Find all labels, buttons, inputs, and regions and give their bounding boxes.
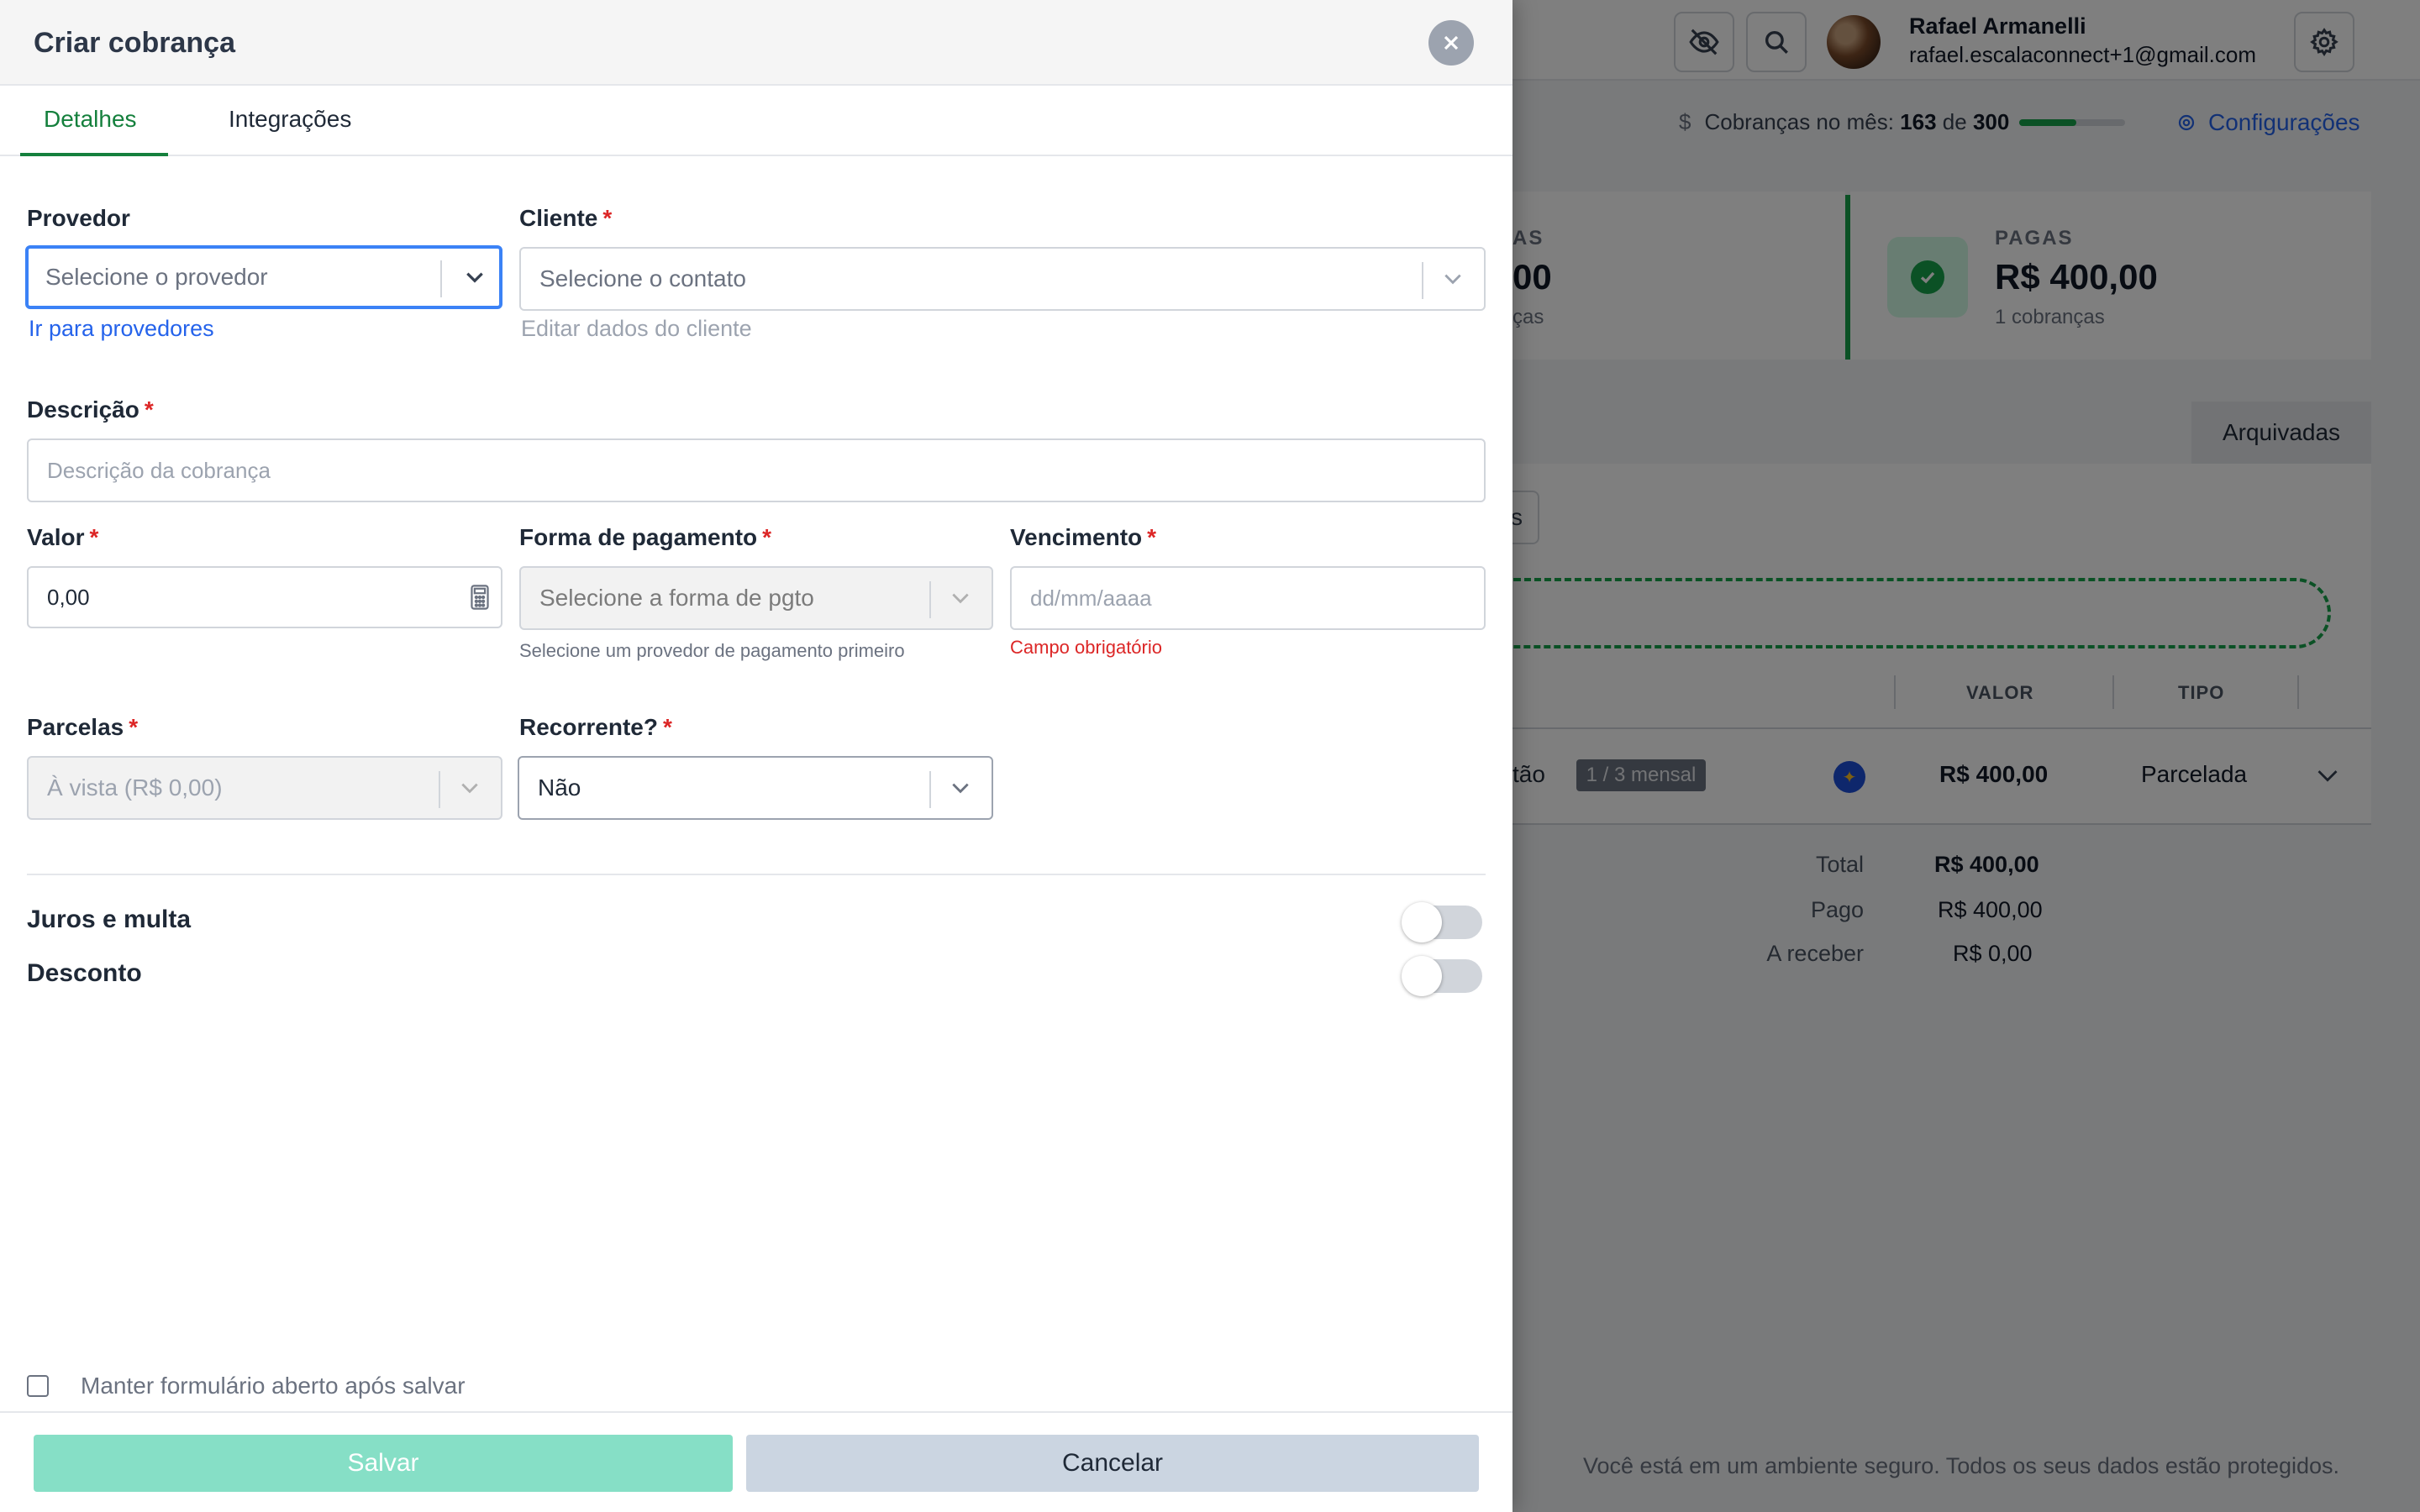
- required-marker: *: [602, 205, 613, 231]
- toggle-knob: [1402, 956, 1442, 996]
- required-marker: *: [662, 714, 672, 740]
- description-label-text: Descrição: [27, 396, 139, 423]
- calculator-icon[interactable]: [471, 585, 489, 610]
- description-input[interactable]: Descrição da cobrança: [27, 438, 1486, 502]
- go-to-providers-link[interactable]: Ir para provedores: [29, 316, 214, 342]
- client-label: Cliente *: [519, 205, 612, 232]
- interest-toggle-label: Juros e multa: [27, 906, 192, 933]
- select-divider: [1422, 262, 1423, 299]
- drawer-tabs: Detalhes Integrações: [0, 86, 1512, 156]
- discount-toggle-label: Desconto: [27, 959, 142, 987]
- select-divider: [439, 771, 440, 808]
- keep-open-option: Manter formulário aberto após salvar: [27, 1373, 466, 1399]
- value-input[interactable]: 0,00: [27, 566, 502, 628]
- installments-value: À vista (R$ 0,00): [47, 774, 223, 801]
- recurring-select[interactable]: Não: [518, 756, 993, 820]
- due-date-error: Campo obrigatório: [1010, 637, 1162, 658]
- value-text: 0,00: [47, 584, 90, 610]
- close-icon: [1444, 35, 1459, 50]
- drawer-title: Criar cobrança: [34, 27, 235, 59]
- recurring-label-text: Recorrente?: [519, 714, 658, 740]
- select-divider: [929, 581, 931, 618]
- payment-method-select[interactable]: Selecione a forma de pgto: [519, 566, 993, 630]
- installments-label: Parcelas *: [27, 714, 138, 741]
- due-date-label-text: Vencimento: [1010, 524, 1143, 550]
- installments-label-text: Parcelas: [27, 714, 124, 740]
- provider-select[interactable]: Selecione o provedor: [25, 245, 502, 309]
- select-divider: [440, 260, 442, 297]
- required-marker: *: [89, 524, 99, 550]
- value-label-text: Valor: [27, 524, 85, 550]
- interest-toggle[interactable]: [1402, 902, 1482, 942]
- chevron-down-icon: [952, 783, 969, 794]
- client-select[interactable]: Selecione o contato: [519, 247, 1486, 311]
- discount-toggle[interactable]: [1402, 956, 1482, 996]
- keep-open-label: Manter formulário aberto após salvar: [81, 1373, 466, 1399]
- select-divider: [929, 771, 931, 808]
- due-date-label: Vencimento *: [1010, 524, 1156, 551]
- chevron-down-icon: [952, 593, 969, 604]
- modal-overlay[interactable]: [1512, 0, 2420, 1512]
- toggle-knob: [1402, 902, 1442, 942]
- payment-method-label: Forma de pagamento *: [519, 524, 771, 551]
- value-label: Valor *: [27, 524, 98, 551]
- due-date-placeholder: dd/mm/aaaa: [1030, 585, 1152, 611]
- client-label-text: Cliente: [519, 205, 598, 231]
- active-tab-indicator: [20, 153, 168, 156]
- payment-method-placeholder: Selecione a forma de pgto: [539, 585, 814, 611]
- save-button[interactable]: Salvar: [34, 1435, 733, 1492]
- close-button[interactable]: [1428, 20, 1474, 66]
- required-marker: *: [129, 714, 139, 740]
- chevron-down-icon: [466, 272, 483, 283]
- required-marker: *: [762, 524, 772, 550]
- drawer-header: Criar cobrança: [0, 0, 1512, 86]
- payment-method-help: Selecione um provedor de pagamento prime…: [519, 640, 905, 661]
- payment-method-label-text: Forma de pagamento: [519, 524, 758, 550]
- provider-label: Provedor: [27, 205, 130, 231]
- due-date-input[interactable]: dd/mm/aaaa: [1010, 566, 1486, 630]
- keep-open-checkbox[interactable]: [27, 1375, 49, 1397]
- required-marker: *: [1147, 524, 1157, 550]
- required-marker: *: [144, 396, 154, 423]
- edit-client-link[interactable]: Editar dados do cliente: [521, 316, 752, 342]
- section-divider: [27, 874, 1486, 875]
- cancel-button[interactable]: Cancelar: [746, 1435, 1479, 1492]
- description-placeholder: Descrição da cobrança: [47, 457, 271, 483]
- description-label: Descrição *: [27, 396, 154, 423]
- installments-select[interactable]: À vista (R$ 0,00): [27, 756, 502, 820]
- tab-integrations[interactable]: Integrações: [229, 106, 351, 133]
- provider-placeholder: Selecione o provedor: [45, 264, 268, 290]
- recurring-value: Não: [538, 774, 581, 801]
- create-charge-drawer: Criar cobrança Detalhes Integrações Prov…: [0, 0, 1512, 1512]
- chevron-down-icon: [1444, 274, 1461, 285]
- client-placeholder: Selecione o contato: [539, 265, 746, 291]
- recurring-label: Recorrente? *: [519, 714, 672, 741]
- chevron-down-icon: [461, 783, 478, 794]
- tab-details[interactable]: Detalhes: [44, 106, 137, 133]
